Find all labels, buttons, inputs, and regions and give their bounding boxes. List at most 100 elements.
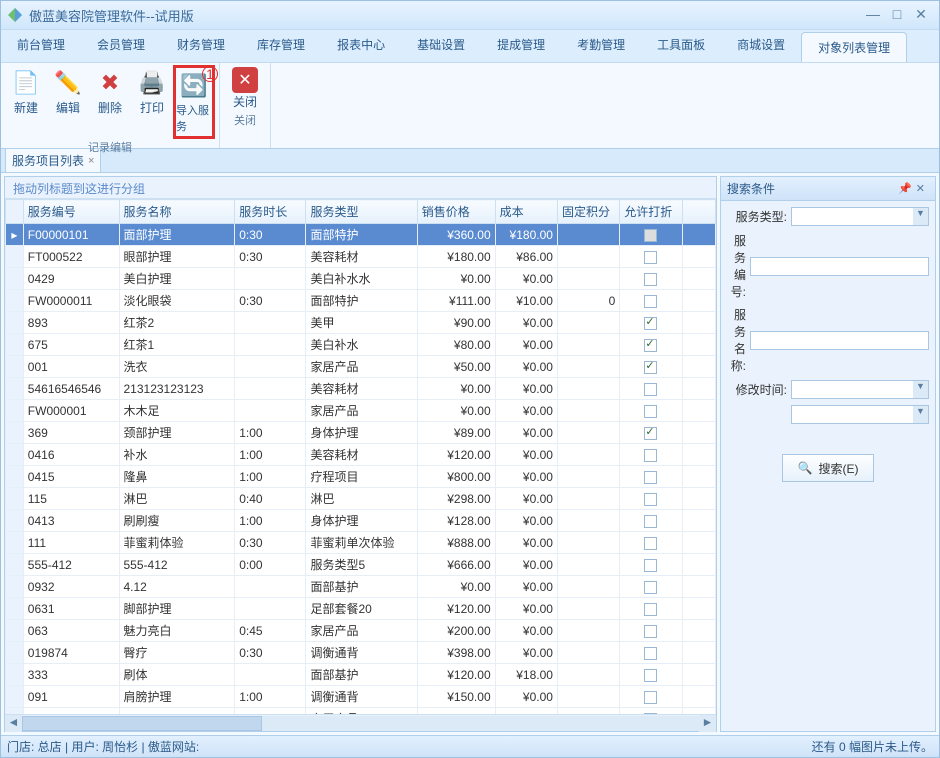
discount-checkbox[interactable]	[644, 669, 657, 682]
new-button[interactable]: 📄新建	[5, 65, 47, 139]
discount-checkbox[interactable]	[644, 537, 657, 550]
table-row[interactable]: 111菲蜜莉体验0:30菲蜜莉单次体验¥888.00¥0.00	[6, 532, 716, 554]
table-row[interactable]: FW0000011淡化眼袋0:30面部特护¥111.00¥10.000	[6, 290, 716, 312]
status-bar: 门店: 总店 | 用户: 周怡杉 | 傲蓝网站: 还有 0 幅图片未上传。	[1, 735, 939, 757]
discount-checkbox[interactable]	[644, 251, 657, 264]
column-header[interactable]: 固定积分	[557, 200, 619, 224]
table-row[interactable]: 001洗衣家居产品¥50.00¥0.00	[6, 356, 716, 378]
search-panel: 搜索条件 📌 ✕ 服务类型:▼ 服务编号: 服务名称: 修改时间:▼ ▼ 🔍 搜…	[720, 176, 936, 732]
menu-item[interactable]: 工具面板	[641, 30, 721, 62]
menu-item[interactable]: 会员管理	[81, 30, 161, 62]
scroll-left-icon[interactable]: ◄	[5, 715, 22, 732]
discount-checkbox[interactable]	[644, 625, 657, 638]
app-window: 傲蓝美容院管理软件--试用版 — □ ✕ 前台管理会员管理财务管理库存管理报表中…	[0, 0, 940, 758]
table-row[interactable]: ▸F00000101面部护理0:30面部特护¥360.00¥180.00	[6, 224, 716, 246]
maximize-button[interactable]: □	[885, 6, 909, 24]
discount-checkbox[interactable]	[644, 647, 657, 660]
menu-item[interactable]: 前台管理	[1, 30, 81, 62]
search-panel-header: 搜索条件 📌 ✕	[720, 176, 936, 201]
delete-button[interactable]: ✖删除	[89, 65, 131, 139]
service-name-input[interactable]	[750, 331, 929, 350]
print-button[interactable]: 🖨️打印	[131, 65, 173, 139]
column-header[interactable]: 服务编号	[23, 200, 119, 224]
column-header[interactable]	[682, 200, 715, 224]
discount-checkbox[interactable]	[644, 229, 657, 242]
new-file-icon: 📄	[10, 67, 42, 99]
discount-checkbox[interactable]	[644, 361, 657, 374]
scroll-right-icon[interactable]: ►	[699, 715, 716, 732]
menu-item[interactable]: 商城设置	[721, 30, 801, 62]
table-row[interactable]: 11111111家居产品¥2,000.00¥500.00	[6, 708, 716, 715]
table-row[interactable]: 369颈部护理1:00身体护理¥89.00¥0.00	[6, 422, 716, 444]
table-row[interactable]: 09324.12面部基护¥0.00¥0.00	[6, 576, 716, 598]
menu-item[interactable]: 考勤管理	[561, 30, 641, 62]
panel-close-icon[interactable]: ✕	[916, 182, 925, 195]
column-header[interactable]: 成本	[495, 200, 557, 224]
tab-close-icon[interactable]: ×	[88, 155, 94, 167]
search-icon: 🔍	[798, 461, 813, 475]
chevron-down-icon: ▼	[913, 208, 928, 225]
table-row[interactable]: 0631脚部护理足部套餐20¥120.00¥0.00	[6, 598, 716, 620]
discount-checkbox[interactable]	[644, 295, 657, 308]
menu-item[interactable]: 库存管理	[241, 30, 321, 62]
menu-item[interactable]: 基础设置	[401, 30, 481, 62]
column-header[interactable]: 允许打折	[620, 200, 682, 224]
scrollbar-thumb[interactable]	[22, 716, 262, 731]
table-row[interactable]: 019874臀疗0:30调衡通背¥398.00¥0.00	[6, 642, 716, 664]
service-code-input[interactable]	[750, 257, 929, 276]
field-label-mtime: 修改时间:	[727, 381, 787, 398]
close-window-button[interactable]: ✕	[909, 6, 933, 24]
mtime-to-combo[interactable]: ▼	[791, 405, 929, 424]
discount-checkbox[interactable]	[644, 713, 657, 714]
delete-x-icon: ✖	[94, 67, 126, 99]
minimize-button[interactable]: —	[861, 6, 885, 24]
table-row[interactable]: 0416补水1:00美容耗材¥120.00¥0.00	[6, 444, 716, 466]
table-row[interactable]: 0415隆鼻1:00疗程项目¥800.00¥0.00	[6, 466, 716, 488]
mtime-from-combo[interactable]: ▼	[791, 380, 929, 399]
edit-button[interactable]: ✏️编辑	[47, 65, 89, 139]
menu-item[interactable]: 对象列表管理	[801, 32, 907, 62]
pin-icon[interactable]: 📌	[898, 182, 912, 195]
table-row[interactable]: 333刷体面部基护¥120.00¥18.00	[6, 664, 716, 686]
table-row[interactable]: 54616546546213123123123美容耗材¥0.00¥0.00	[6, 378, 716, 400]
menu-item[interactable]: 财务管理	[161, 30, 241, 62]
table-scroll[interactable]: 服务编号服务名称服务时长服务类型销售价格成本固定积分允许打折 ▸F0000010…	[5, 199, 716, 714]
group-by-band[interactable]: 拖动列标题到这进行分组	[5, 177, 716, 199]
window-title: 傲蓝美容院管理软件--试用版	[29, 6, 861, 25]
search-button[interactable]: 🔍 搜索(E)	[782, 454, 874, 482]
table-row[interactable]: 0413刷刷瘦1:00身体护理¥128.00¥0.00	[6, 510, 716, 532]
table-row[interactable]: 115淋巴0:40淋巴¥298.00¥0.00	[6, 488, 716, 510]
column-header[interactable]: 服务时长	[235, 200, 306, 224]
discount-checkbox[interactable]	[644, 603, 657, 616]
column-header[interactable]: 销售价格	[417, 200, 495, 224]
discount-checkbox[interactable]	[644, 317, 657, 330]
discount-checkbox[interactable]	[644, 427, 657, 440]
close-button[interactable]: ✕关闭	[224, 65, 266, 112]
table-row[interactable]: 675红茶1美白补水¥80.00¥0.00	[6, 334, 716, 356]
column-header[interactable]: 服务类型	[306, 200, 417, 224]
discount-checkbox[interactable]	[644, 691, 657, 704]
discount-checkbox[interactable]	[644, 273, 657, 286]
ribbon-group-label: 关闭	[224, 112, 266, 128]
table-row[interactable]: 063魅力亮白0:45家居产品¥200.00¥0.00	[6, 620, 716, 642]
menu-item[interactable]: 提成管理	[481, 30, 561, 62]
service-type-combo[interactable]: ▼	[791, 207, 929, 226]
table-row[interactable]: FW000001木木足家居产品¥0.00¥0.00	[6, 400, 716, 422]
discount-checkbox[interactable]	[644, 383, 657, 396]
discount-checkbox[interactable]	[644, 493, 657, 506]
discount-checkbox[interactable]	[644, 405, 657, 418]
horizontal-scrollbar[interactable]: ◄ ►	[5, 714, 716, 731]
table-row[interactable]: 0429美白护理美白补水水¥0.00¥0.00	[6, 268, 716, 290]
menu-item[interactable]: 报表中心	[321, 30, 401, 62]
discount-checkbox[interactable]	[644, 339, 657, 352]
discount-checkbox[interactable]	[644, 471, 657, 484]
table-row[interactable]: 091肩膀护理1:00调衡通背¥150.00¥0.00	[6, 686, 716, 708]
discount-checkbox[interactable]	[644, 581, 657, 594]
discount-checkbox[interactable]	[644, 559, 657, 572]
discount-checkbox[interactable]	[644, 449, 657, 462]
table-row[interactable]: 893红茶2美甲¥90.00¥0.00	[6, 312, 716, 334]
column-header[interactable]: 服务名称	[119, 200, 235, 224]
discount-checkbox[interactable]	[644, 515, 657, 528]
table-row[interactable]: 555-412555-4120:00服务类型5¥666.00¥0.00	[6, 554, 716, 576]
table-row[interactable]: FT000522眼部护理0:30美容耗材¥180.00¥86.00	[6, 246, 716, 268]
